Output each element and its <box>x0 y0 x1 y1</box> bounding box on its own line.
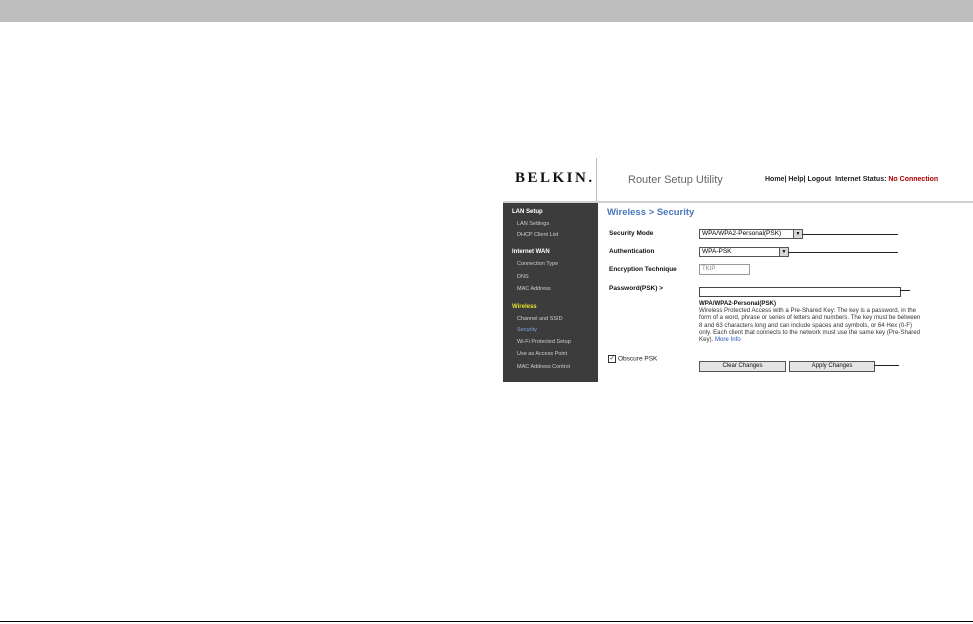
help-link[interactable]: Help <box>788 176 803 183</box>
callout-line <box>802 234 898 235</box>
security-mode-select[interactable]: WPA/WPA2-Personal(PSK) ▼ <box>699 229 803 239</box>
encryption-technique-label: Encryption Technique <box>609 266 677 273</box>
header-links: Home| Help| Logout Internet Status: No C… <box>765 176 938 183</box>
description-title: WPA/WPA2-Personal(PSK) <box>699 300 776 307</box>
obscure-psk-checkbox[interactable]: ✓ <box>608 355 616 363</box>
sidebar-item-mac-address[interactable]: MAC Address <box>517 286 551 292</box>
clear-changes-button[interactable]: Clear Changes <box>699 361 786 372</box>
link-separator: | <box>784 176 787 183</box>
app-title: Router Setup Utility <box>628 174 723 186</box>
link-separator: | <box>803 176 806 183</box>
belkin-logo: BELKIN. <box>515 170 595 186</box>
security-mode-value: WPA/WPA2-Personal(PSK) <box>702 230 782 237</box>
chevron-down-icon[interactable]: ▼ <box>779 248 788 256</box>
sidebar-item-wps[interactable]: Wi-Fi Protected Setup <box>517 339 571 345</box>
obscure-psk-label: Obscure PSK <box>618 355 658 363</box>
header-divider <box>596 158 597 201</box>
sidebar-section-lan-setup[interactable]: LAN Setup <box>512 209 543 215</box>
sidebar-section-wireless[interactable]: Wireless <box>512 304 537 310</box>
authentication-label: Authentication <box>609 248 655 255</box>
internet-status-label: Internet Status: <box>835 176 887 183</box>
callout-line <box>900 290 910 291</box>
authentication-select[interactable]: WPA-PSK ▼ <box>699 247 789 257</box>
sidebar-item-access-point[interactable]: Use as Access Point <box>517 351 567 357</box>
logout-link[interactable]: Logout <box>807 176 831 183</box>
router-screenshot: BELKIN. Router Setup Utility Home| Help|… <box>503 158 973 382</box>
main-content: Wireless > Security Security Mode WPA/WP… <box>598 203 973 382</box>
password-psk-label: Password(PSK) > <box>609 285 664 292</box>
page-title: Wireless > Security <box>607 207 695 218</box>
header: BELKIN. Router Setup Utility Home| Help|… <box>503 158 973 203</box>
obscure-psk-option[interactable]: ✓ Obscure PSK <box>608 355 657 363</box>
sidebar-item-dhcp-client-list[interactable]: DHCP Client List <box>517 232 558 238</box>
apply-changes-button[interactable]: Apply Changes <box>789 361 875 372</box>
home-link[interactable]: Home <box>765 176 784 183</box>
sidebar-section-internet-wan[interactable]: Internet WAN <box>512 249 550 255</box>
security-mode-label: Security Mode <box>609 230 654 237</box>
sidebar: LAN Setup LAN Settings DHCP Client List … <box>503 203 598 382</box>
password-psk-input[interactable] <box>699 287 901 297</box>
sidebar-item-mac-control[interactable]: MAC Address Control <box>517 364 570 370</box>
authentication-value: WPA-PSK <box>702 248 732 255</box>
more-info-link[interactable]: More Info <box>715 336 741 343</box>
internet-status-value: No Connection <box>888 176 939 183</box>
sidebar-item-channel-ssid[interactable]: Channel and SSID <box>517 316 563 322</box>
callout-line <box>788 252 898 253</box>
sidebar-item-lan-settings[interactable]: LAN Settings <box>517 221 549 227</box>
bottom-rule <box>0 621 973 622</box>
sidebar-item-connection-type[interactable]: Connection Type <box>517 261 558 267</box>
top-bar <box>0 0 973 22</box>
callout-line <box>874 365 899 366</box>
sidebar-item-dns[interactable]: DNS <box>517 274 529 280</box>
sidebar-item-security[interactable]: Security <box>517 327 537 333</box>
chevron-down-icon[interactable]: ▼ <box>793 230 802 238</box>
encryption-technique-field: TKIP <box>699 264 750 275</box>
security-description: WPA/WPA2-Personal(PSK) Wireless Protecte… <box>699 300 924 343</box>
